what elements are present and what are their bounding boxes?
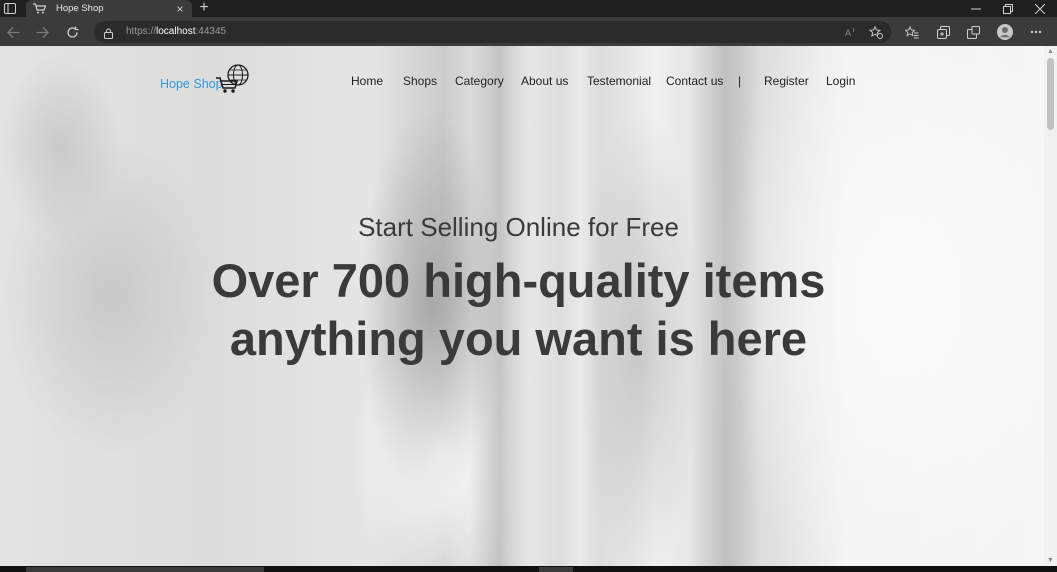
scrollbar-thumb[interactable]: [1047, 58, 1054, 130]
bottom-strip-segment: [539, 567, 573, 572]
restore-icon[interactable]: [994, 0, 1022, 17]
nav-separator: |: [738, 74, 742, 88]
minimize-icon[interactable]: [962, 0, 990, 17]
nav-contact-us[interactable]: Contact us: [666, 74, 723, 88]
nav-about-us[interactable]: About us: [521, 74, 568, 88]
hero-subtitle: Start Selling Online for Free: [358, 212, 679, 242]
tab-title: Hope Shop: [56, 3, 104, 14]
new-tab-button[interactable]: +: [196, 0, 212, 17]
url-text: https://localhost:44345: [126, 26, 226, 37]
site-navbar: Hope Shop Home Shops Category About us T…: [0, 46, 1044, 120]
collections-icon[interactable]: [934, 23, 952, 41]
read-aloud-icon[interactable]: A: [843, 25, 859, 39]
nav-register[interactable]: Register: [764, 74, 809, 88]
tab-close-icon[interactable]: ×: [172, 3, 188, 15]
brand-name: Hope Shop: [160, 77, 223, 91]
nav-shops[interactable]: Shops: [403, 74, 437, 88]
nav-login[interactable]: Login: [826, 74, 855, 88]
refresh-icon[interactable]: [63, 23, 81, 41]
svg-text:A: A: [845, 28, 851, 37]
tab-bar: Hope Shop × +: [0, 0, 1057, 17]
sidebar-toggle-icon[interactable]: [0, 0, 20, 17]
browser-tab[interactable]: Hope Shop ×: [26, 0, 192, 17]
favorites-icon[interactable]: [903, 23, 921, 41]
browser-toolbar: https://localhost:44345 A: [0, 17, 1057, 46]
globe-cart-icon: [216, 64, 252, 99]
tab-favicon-icon: [33, 3, 47, 15]
profile-icon[interactable]: [996, 23, 1014, 41]
brand-logo-link[interactable]: Hope Shop: [160, 64, 252, 94]
nav-testimonial[interactable]: Testemonial: [587, 74, 651, 88]
scroll-up-arrow-icon[interactable]: ▲: [1044, 46, 1057, 57]
close-window-icon[interactable]: [1026, 0, 1054, 17]
hero-title: Over 700 high-quality items anything you…: [0, 252, 1037, 368]
page-viewport: Hope Shop Home Shops Category About us T…: [0, 46, 1057, 566]
more-icon[interactable]: [1027, 23, 1045, 41]
page-scrollbar[interactable]: ▲ ▼: [1044, 46, 1057, 566]
scroll-down-arrow-icon[interactable]: ▼: [1044, 555, 1057, 566]
hero-title-line-2: anything you want is here: [229, 312, 808, 365]
bottom-strip-segment: [26, 567, 264, 572]
url-port: :44345: [195, 26, 227, 37]
nav-category[interactable]: Category: [455, 74, 504, 88]
extensions-icon[interactable]: [964, 23, 982, 41]
hero-title-line-1: Over 700 high-quality items: [211, 254, 826, 307]
nav-home[interactable]: Home: [351, 74, 383, 88]
favorite-add-icon[interactable]: [868, 25, 884, 39]
forward-icon[interactable]: [33, 23, 51, 41]
address-bar[interactable]: https://localhost:44345 A: [94, 21, 891, 43]
url-host: localhost: [156, 26, 196, 37]
lock-icon[interactable]: [104, 26, 113, 44]
url-scheme: https://: [126, 26, 157, 37]
back-icon[interactable]: [4, 23, 22, 41]
bottom-strip: [0, 566, 1057, 572]
